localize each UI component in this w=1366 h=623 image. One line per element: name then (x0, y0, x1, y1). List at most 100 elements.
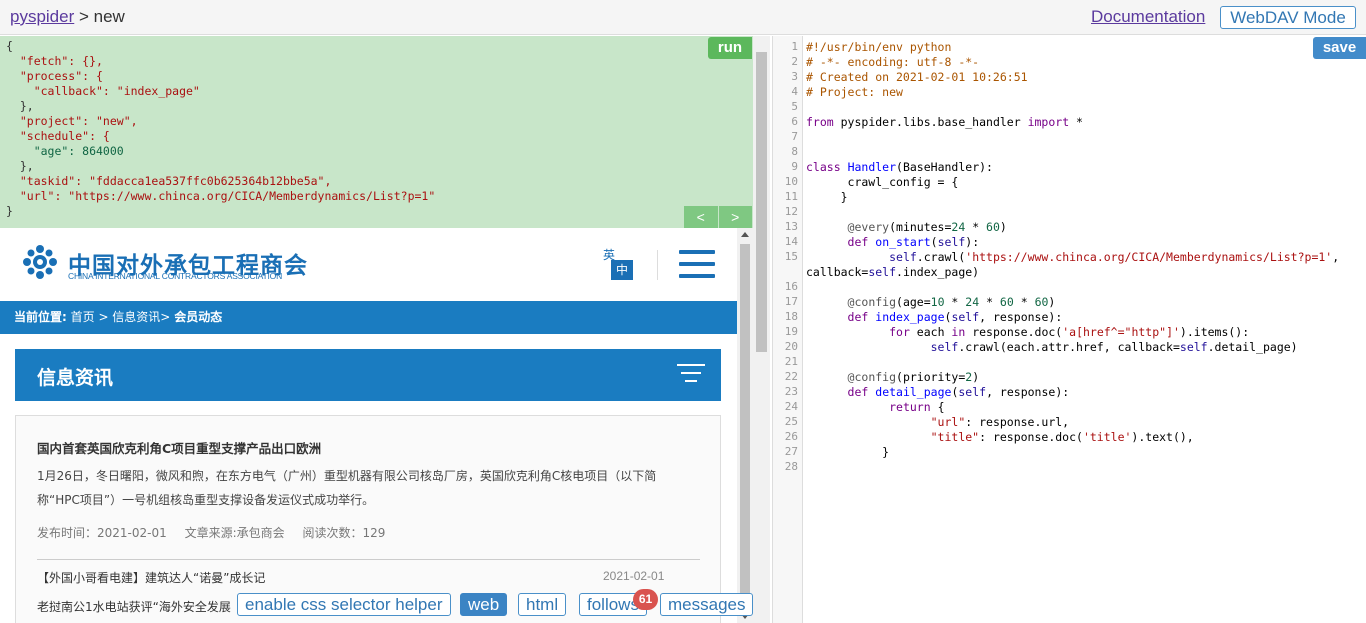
line-number: 16 (784, 280, 798, 293)
code-line: "url": response.url, (930, 415, 1070, 429)
task-line: "taskid": "fddacca1ea537ffc0b625364b12bb… (6, 174, 332, 188)
code-line: def index_page(self, response): (847, 310, 1063, 324)
line-number: 4 (791, 85, 798, 98)
code-line: #!/usr/bin/env python (806, 40, 952, 54)
project-name: new (93, 7, 125, 26)
web-preview-pane: 中国对外承包工程商会 CHINA INTERNATIONAL CONTRACTO… (0, 228, 753, 623)
line-number: 6 (791, 115, 798, 128)
task-line: "fetch": {}, (6, 54, 103, 68)
scrollbar-thumb[interactable] (740, 244, 750, 594)
article-reads: 阅读次数：129 (302, 526, 386, 540)
code-line: @config(age=10 * 24 * 60 * 60) (847, 295, 1056, 309)
location-current: 会员动态 (174, 310, 223, 324)
save-button[interactable]: save (1313, 37, 1366, 59)
line-number: 1 (791, 40, 798, 53)
follows-count-badge: 61 (633, 589, 658, 610)
line-number: 7 (791, 130, 798, 143)
left-panel-scrollbar[interactable] (753, 36, 770, 623)
code-line: "title": response.doc('title').text(), (930, 430, 1194, 444)
messages-tab-button[interactable]: messages (660, 593, 754, 616)
line-number: 9 (791, 160, 798, 173)
code-line: self.crawl(each.attr.href, callback=self… (930, 340, 1298, 354)
line-number: 20 (784, 340, 798, 353)
breadcrumb-separator: > (74, 7, 94, 26)
preview-scrollbar[interactable] (737, 228, 753, 623)
task-line: "age": 864000 (6, 144, 124, 158)
line-number: 22 (784, 370, 798, 383)
scrollbar-thumb[interactable] (756, 52, 767, 352)
task-line: "callback": "index_page" (6, 84, 200, 98)
task-json-editor[interactable]: { "fetch": {}, "process": { "callback": … (0, 36, 753, 228)
cica-logo-icon (23, 245, 57, 279)
line-number: 23 (784, 385, 798, 398)
task-nav-buttons: < > (684, 206, 752, 228)
code-line: def on_start(self): (847, 235, 980, 249)
location-label: 当前位置: (14, 310, 67, 324)
task-line: }, (6, 99, 34, 113)
section-header: 信息资讯 (15, 349, 721, 401)
code-line: } (806, 190, 848, 204)
list-item-title[interactable]: 【外国小哥看电建】建筑达人“诺曼”成长记 (37, 569, 265, 586)
webdav-mode-button[interactable]: WebDAV Mode (1220, 6, 1356, 29)
pyspider-home-link[interactable]: pyspider (10, 7, 74, 26)
line-number: 14 (784, 235, 798, 248)
debug-left-panel: { "fetch": {}, "process": { "callback": … (0, 36, 770, 623)
scroll-up-icon[interactable] (741, 232, 749, 237)
run-button[interactable]: run (708, 37, 752, 59)
line-number: 12 (784, 205, 798, 218)
task-line: "schedule": { (6, 129, 110, 143)
line-number: 11 (784, 190, 798, 203)
list-item-date: 2021-02-01 (603, 569, 665, 583)
site-header: 中国对外承包工程商会 CHINA INTERNATIONAL CONTRACTO… (0, 228, 737, 301)
line-number: 5 (791, 100, 798, 113)
line-number: 19 (784, 325, 798, 338)
css-selector-helper-button[interactable]: enable css selector helper (237, 593, 451, 616)
task-line: "process": { (6, 69, 103, 83)
article-meta: 发布时间：2021-02-01 文章来源:承包商会 阅读次数：129 (37, 524, 399, 541)
menu-icon[interactable] (679, 250, 715, 278)
code-line: # -*- encoding: utf-8 -*- (806, 55, 980, 69)
next-task-button[interactable]: > (719, 206, 753, 228)
article-divider (37, 559, 700, 560)
code-line: from pyspider.libs.base_handler import * (806, 115, 1083, 129)
code-line: class Handler(BaseHandler): (806, 160, 993, 174)
line-number: 3 (791, 70, 798, 83)
task-line: "url": "https://www.chinca.org/CICA/Memb… (6, 189, 436, 203)
line-number-gutter: 1 2 3 4 5 6 7 8 9 10 11 12 13 14 15 16 17 18 19 20 21 22 23 24 2… (773, 36, 803, 623)
code-line: @every(minutes=24 * 60) (847, 220, 1007, 234)
line-number: 15 (784, 250, 798, 263)
code-area[interactable]: #!/usr/bin/env python # -*- encoding: ut… (806, 36, 1366, 623)
line-number: 28 (784, 460, 798, 473)
header-divider (657, 250, 658, 280)
breadcrumb: pyspider > new (10, 7, 125, 27)
html-tab-button[interactable]: html (518, 593, 567, 616)
code-line: callback=self.index_page) (806, 265, 980, 279)
web-tab-button[interactable]: web (460, 593, 508, 616)
line-number: 8 (791, 145, 798, 158)
script-editor[interactable]: 1 2 3 4 5 6 7 8 9 10 11 12 13 14 15 16 17 18 19 20 21 22 23 24 2… (772, 36, 1366, 623)
lang-chinese-link[interactable]: 中 (611, 260, 633, 280)
line-number: 26 (784, 430, 798, 443)
task-line: { (6, 39, 13, 53)
code-line: # Created on 2021-02-01 10:26:51 (806, 70, 1028, 84)
code-line: for each in response.doc('a[href^="http"… (889, 325, 1250, 339)
code-line: # Project: new (806, 85, 903, 99)
code-line: crawl_config = { (806, 175, 959, 189)
task-line: "project": "new", (6, 114, 138, 128)
filter-icon[interactable] (677, 364, 705, 386)
task-line: }, (6, 159, 34, 173)
article-title[interactable]: 国内首套英国欣克利角C项目重型支撑产品出口欧洲 (37, 438, 321, 457)
location-path[interactable]: 首页 > 信息资讯> (67, 310, 174, 324)
code-line: } (806, 445, 890, 459)
site-logo-subtitle: CHINA INTERNATIONAL CONTRACTORS ASSOCIAT… (68, 271, 283, 281)
prev-task-button[interactable]: < (684, 206, 719, 228)
documentation-link[interactable]: Documentation (1091, 7, 1205, 27)
line-number: 13 (784, 220, 798, 233)
line-number: 17 (784, 295, 798, 308)
line-number: 27 (784, 445, 798, 458)
line-number: 21 (784, 355, 798, 368)
section-title: 信息资讯 (37, 367, 114, 389)
location-breadcrumb: 当前位置: 首页 > 信息资讯> 会员动态 (0, 301, 737, 334)
list-item-title[interactable]: 老挝南公1水电站获评“海外安全发展 (37, 598, 231, 615)
code-line: @config(priority=2) (847, 370, 980, 384)
